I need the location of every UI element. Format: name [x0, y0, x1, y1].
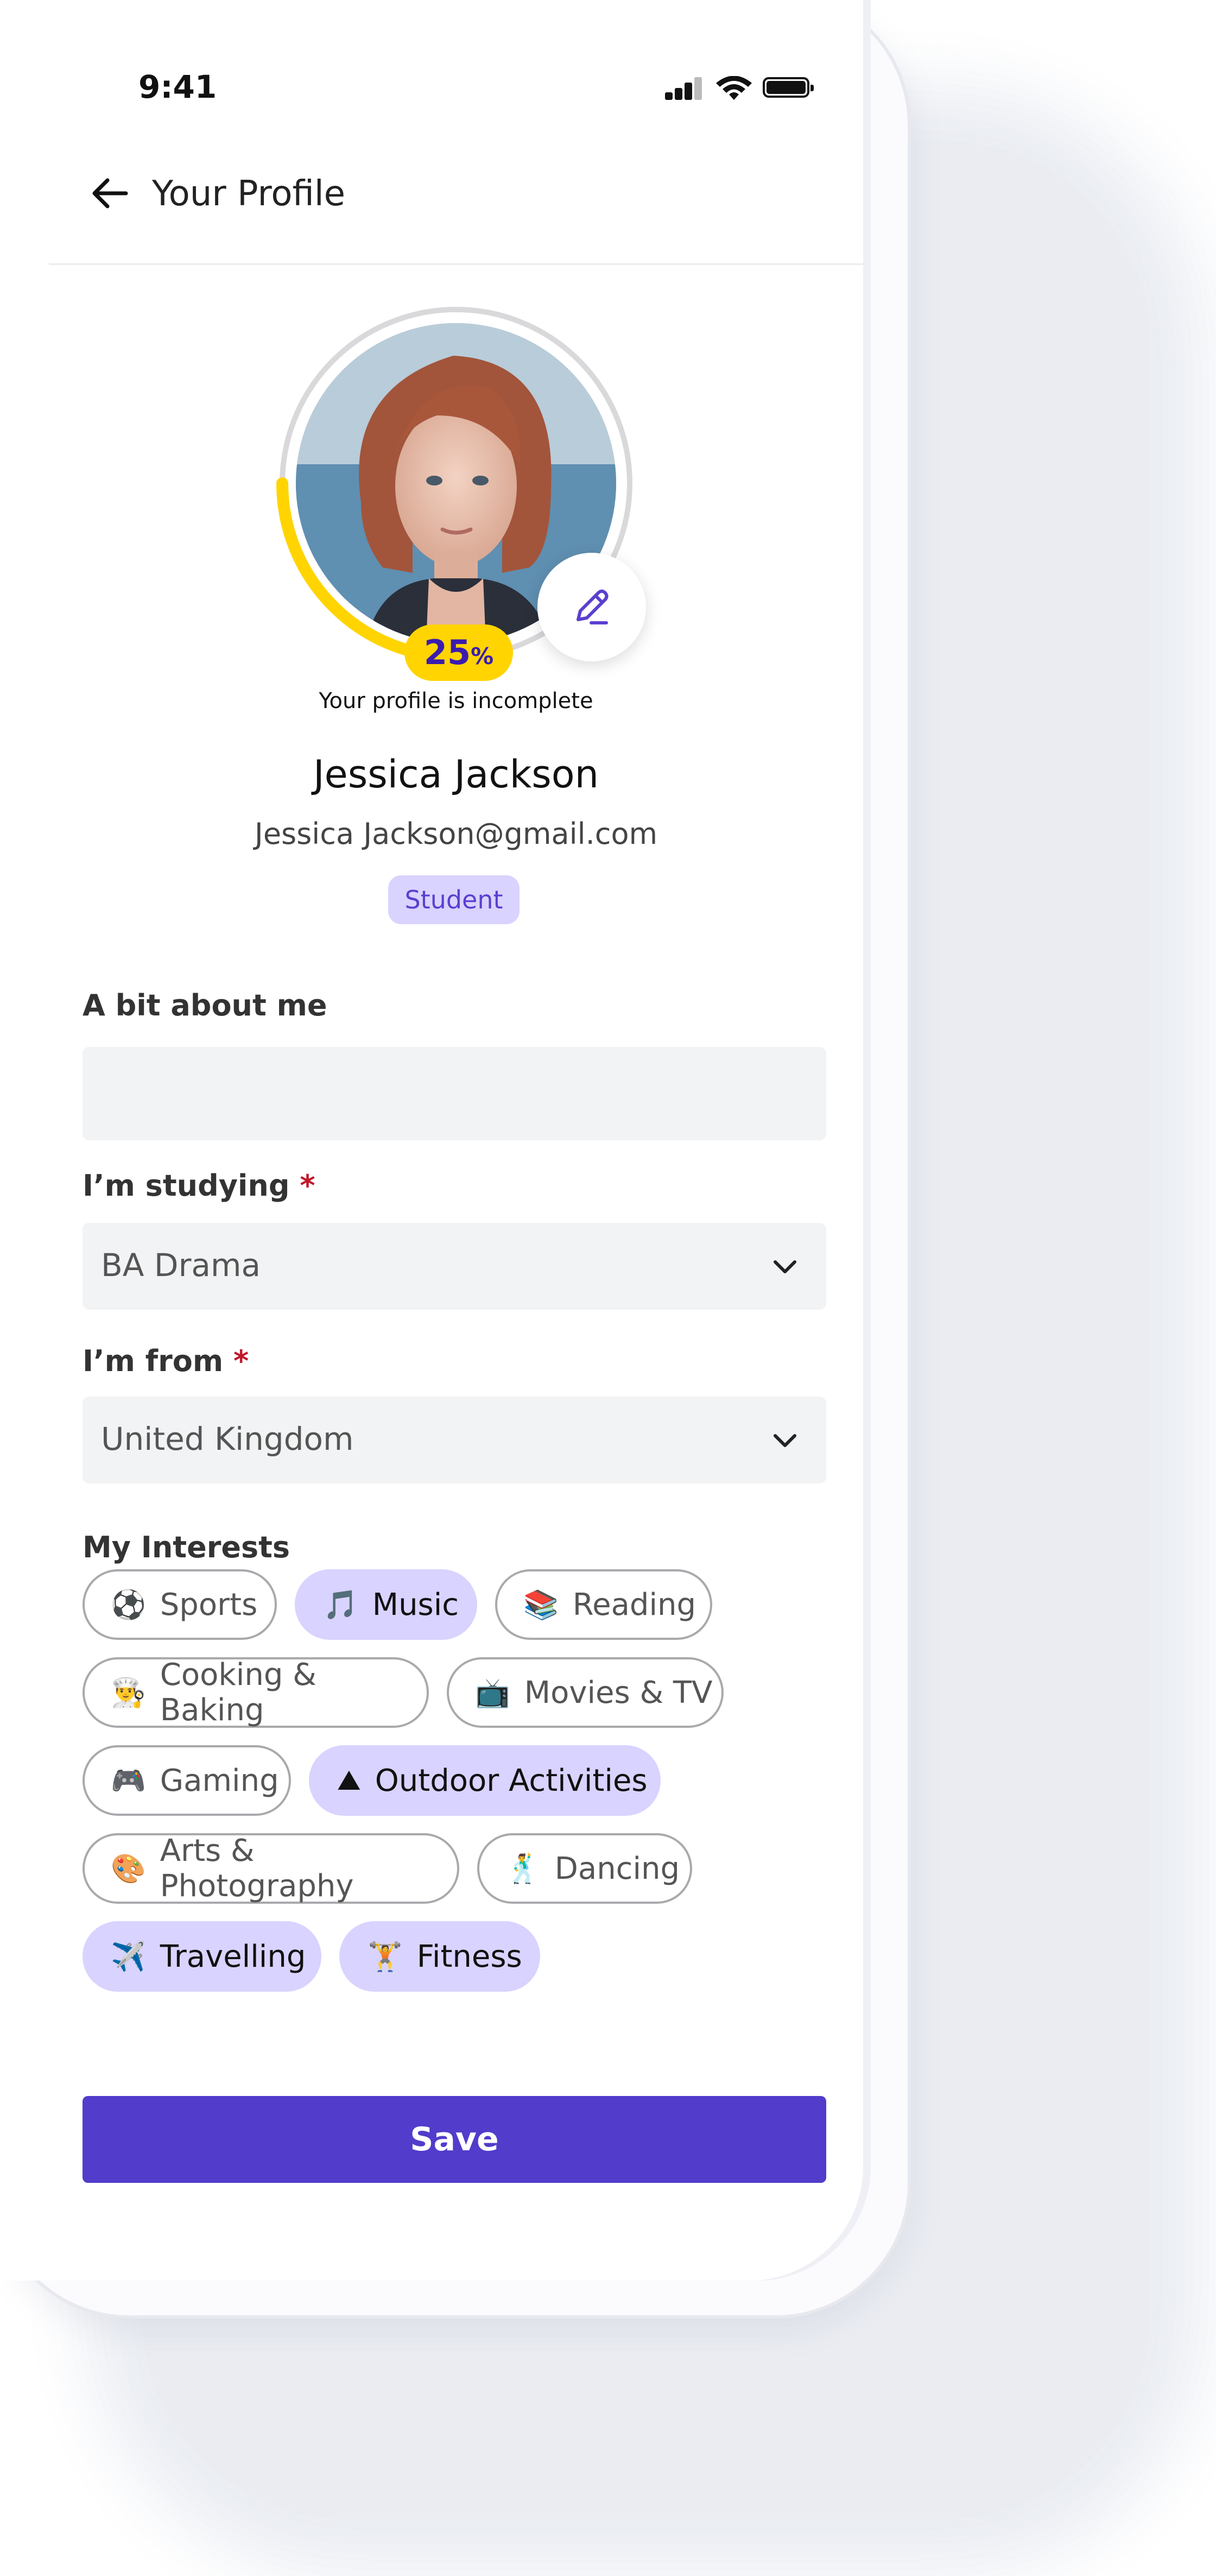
interest-chip-cooking[interactable]: 👨‍🍳 Cooking & Baking — [83, 1657, 429, 1728]
completion-percent-badge: 25% — [404, 624, 513, 681]
chip-label: Cooking & Baking — [160, 1657, 316, 1728]
page-title: Your Profile — [152, 174, 345, 214]
chip-label: Outdoor Activities — [375, 1763, 648, 1798]
profile-status-text: Your profile is incomplete — [319, 689, 593, 714]
interest-chip-music[interactable]: 🎵 Music — [295, 1569, 477, 1640]
header-bar: Your Profile — [49, 152, 863, 265]
soccer-ball-icon: ⚽ — [111, 1588, 146, 1621]
from-label-text: I’m from — [83, 1344, 224, 1378]
chip-label: Dancing — [554, 1851, 680, 1886]
user-name: Jessica Jackson — [313, 752, 599, 797]
interest-chip-travelling[interactable]: ✈️ Travelling — [83, 1921, 321, 1992]
chip-label: Arts & Photography — [160, 1833, 354, 1904]
airplane-icon: ✈️ — [111, 1940, 146, 1973]
mountain-icon: ⛰ — [337, 1764, 361, 1797]
chip-label: Music — [372, 1587, 459, 1622]
interest-chip-movies[interactable]: 📺 Movies & TV — [447, 1657, 724, 1728]
interest-chip-sports[interactable]: ⚽ Sports — [83, 1569, 277, 1640]
battery-icon — [763, 77, 814, 98]
chip-label: Fitness — [416, 1939, 522, 1974]
about-input[interactable] — [83, 1047, 826, 1140]
signal-icon — [665, 76, 703, 100]
from-label: I’m from * — [83, 1344, 249, 1378]
chip-label: Movies & TV — [524, 1675, 713, 1710]
books-icon: 📚 — [523, 1588, 559, 1621]
chef-icon: 👨‍🍳 — [111, 1676, 146, 1709]
required-mark: * — [300, 1169, 315, 1203]
interest-chip-outdoor[interactable]: ⛰ Outdoor Activities — [309, 1745, 661, 1816]
chip-label: Gaming — [160, 1763, 279, 1798]
save-button[interactable]: Save — [83, 2096, 826, 2183]
interest-chip-dancing[interactable]: 🕺 Dancing — [477, 1833, 692, 1904]
completion-percent-value: 25 — [423, 633, 471, 672]
wifi-icon — [716, 76, 752, 100]
from-value: United Kingdom — [101, 1420, 354, 1457]
role-badge: Student — [388, 875, 520, 924]
back-arrow-icon[interactable] — [88, 172, 131, 215]
interests-title: My Interests — [83, 1530, 290, 1564]
about-label: A bit about me — [83, 988, 327, 1022]
pencil-icon — [577, 589, 609, 624]
studying-label-text: I’m studying — [83, 1169, 290, 1203]
chip-label: Reading — [572, 1587, 696, 1622]
status-icons — [665, 76, 817, 103]
completion-percent-sign: % — [471, 643, 494, 670]
edit-avatar-button[interactable] — [537, 553, 646, 661]
required-mark: * — [233, 1344, 249, 1378]
status-time: 9:41 — [138, 68, 217, 105]
interest-chip-gaming[interactable]: 🎮 Gaming — [83, 1745, 291, 1816]
game-controller-icon: 🎮 — [111, 1764, 146, 1797]
dancer-icon: 🕺 — [505, 1852, 541, 1885]
user-email: Jessica Jackson@gmail.com — [254, 817, 658, 851]
weightlifter-icon: 🏋 — [368, 1940, 403, 1973]
music-note-icon: 🎵 — [323, 1588, 358, 1621]
studying-label: I’m studying * — [83, 1169, 315, 1203]
studying-select[interactable]: BA Drama — [83, 1223, 826, 1310]
chip-label: Travelling — [160, 1939, 306, 1974]
palette-icon: 🎨 — [111, 1852, 146, 1885]
interest-chip-arts[interactable]: 🎨 Arts & Photography — [83, 1833, 459, 1904]
interest-chip-fitness[interactable]: 🏋 Fitness — [339, 1921, 540, 1992]
chevron-down-icon — [774, 1260, 796, 1273]
chip-label: Sports — [160, 1587, 258, 1622]
studying-value: BA Drama — [101, 1247, 261, 1284]
from-select[interactable]: United Kingdom — [83, 1397, 826, 1483]
television-icon: 📺 — [475, 1676, 510, 1709]
chevron-down-icon — [774, 1434, 796, 1447]
interest-chip-reading[interactable]: 📚 Reading — [495, 1569, 712, 1640]
phone-screen: 9:41 Your Profile 25% Your profile is in… — [0, 0, 863, 2281]
